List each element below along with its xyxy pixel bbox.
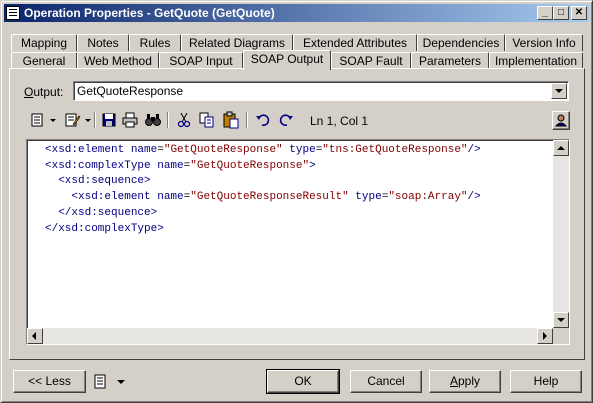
code-tag: </xsd:complexType: [45, 222, 158, 235]
edit-menu-icon[interactable]: [64, 111, 82, 129]
code-editor[interactable]: <xsd:element name="GetQuoteResponse" typ…: [26, 139, 570, 345]
code-attribute-value: "tns:GetQuoteResponse": [322, 144, 468, 156]
code-line: <xsd:complexType name="GetQuoteResponse"…: [45, 159, 481, 175]
code-tag-close: />: [467, 144, 481, 156]
save-icon[interactable]: [100, 111, 118, 129]
code-tag-close: >: [144, 175, 151, 188]
code-line: <xsd:sequence>: [45, 174, 481, 190]
code-line: </xsd:sequence>: [45, 206, 481, 222]
code-tag: <xsd:sequence: [58, 175, 145, 188]
code-attribute-value: "GetQuoteResponse": [163, 144, 283, 156]
code-tag: <xsd:element: [71, 191, 151, 204]
tab-version-info[interactable]: Version Info: [505, 34, 583, 51]
dialog-window: Operation Properties - GetQuote (GetQuot…: [0, 0, 593, 403]
tab-parameters[interactable]: Parameters: [411, 52, 489, 69]
chevron-down-icon: [555, 89, 563, 93]
scroll-down-button[interactable]: [553, 312, 569, 328]
code-tag-close: >: [150, 206, 158, 219]
tab-implementation[interactable]: Implementation: [489, 52, 583, 69]
help-button[interactable]: Help: [510, 370, 582, 393]
code-tag: </xsd:sequence: [58, 206, 151, 219]
scroll-up-button[interactable]: [553, 140, 569, 156]
apply-button[interactable]: Apply: [429, 370, 501, 393]
code-attribute-name: name: [157, 191, 184, 204]
output-value: GetQuoteResponse: [77, 84, 184, 98]
code-line: <xsd:element name="GetQuoteResponseResul…: [45, 190, 481, 206]
window-title: Operation Properties - GetQuote (GetQuot…: [24, 6, 275, 20]
code-tag-close: >: [309, 159, 316, 172]
code-tag: <xsd:element: [45, 144, 125, 156]
find-icon[interactable]: [144, 111, 162, 129]
cancel-button[interactable]: Cancel: [350, 370, 422, 393]
tab-notes[interactable]: Notes: [77, 34, 129, 51]
toolbar-separator: [246, 112, 248, 128]
code-attribute-name: name: [157, 159, 184, 172]
edit-dropdown-icon[interactable]: [85, 119, 91, 122]
vertical-scrollbar[interactable]: [553, 140, 569, 328]
ok-button[interactable]: OK: [266, 369, 340, 394]
tab-soap-fault[interactable]: SOAP Fault: [331, 52, 411, 69]
tab-general[interactable]: General: [11, 52, 77, 69]
output-label: Output:: [24, 85, 64, 99]
code-attribute-value: "soap:Array": [388, 191, 468, 204]
minimize-button[interactable]: _: [537, 6, 553, 20]
code-line: <xsd:element name="GetQuoteResponse" typ…: [45, 143, 481, 159]
tab-soap-output[interactable]: SOAP Output: [243, 50, 331, 70]
cursor-position: Ln 1, Col 1: [310, 114, 369, 128]
horizontal-scrollbar[interactable]: [27, 328, 553, 344]
window-menu-icon[interactable]: [6, 6, 20, 20]
tab-rules[interactable]: Rules: [129, 34, 181, 51]
scroll-left-button[interactable]: [27, 328, 43, 344]
scroll-right-button[interactable]: [537, 328, 553, 344]
code-attribute-name: type: [355, 191, 382, 204]
code-attribute-value: "GetQuoteResponseResult": [190, 191, 349, 204]
output-combobox[interactable]: GetQuoteResponse: [73, 81, 569, 101]
code-tag: <xsd:complexType: [45, 159, 151, 172]
user-icon[interactable]: [552, 111, 570, 130]
cut-icon[interactable]: [175, 111, 193, 129]
code-tag-close: />: [467, 191, 481, 204]
tab-related-diagrams[interactable]: Related Diagrams: [181, 34, 293, 51]
tab-dependencies[interactable]: Dependencies: [417, 34, 505, 51]
tab-extended-attributes[interactable]: Extended Attributes: [293, 34, 417, 51]
undo-icon[interactable]: [254, 111, 272, 129]
code-tag-close: >: [157, 222, 164, 235]
paste-icon[interactable]: [222, 111, 240, 129]
title-bar[interactable]: Operation Properties - GetQuote (GetQuot…: [4, 4, 589, 22]
less-button[interactable]: << Less: [13, 370, 86, 393]
tab-soap-input[interactable]: SOAP Input: [159, 52, 243, 69]
arrow-down-icon: [557, 318, 565, 322]
code-attribute-value: "GetQuoteResponse": [190, 159, 310, 172]
properties-dropdown-icon[interactable]: [50, 119, 56, 122]
code-attribute-name: type: [289, 144, 316, 156]
tab-mapping[interactable]: Mapping: [11, 34, 77, 51]
list-dropdown-icon[interactable]: [117, 380, 125, 384]
arrow-up-icon: [557, 146, 565, 150]
close-button[interactable]: ✕: [571, 6, 587, 20]
properties-menu-icon[interactable]: [29, 111, 47, 129]
tab-web-method[interactable]: Web Method: [77, 52, 159, 69]
arrow-left-icon: [32, 332, 36, 340]
code-line: </xsd:complexType>: [45, 222, 481, 238]
code-content[interactable]: <xsd:element name="GetQuoteResponse" typ…: [45, 143, 481, 237]
output-dropdown-button[interactable]: [551, 83, 567, 99]
maximize-button[interactable]: □: [553, 6, 569, 20]
print-icon[interactable]: [121, 111, 139, 129]
code-attribute-name: name: [130, 144, 158, 156]
redo-icon[interactable]: [277, 111, 295, 129]
copy-icon[interactable]: [198, 111, 216, 129]
code-equals: =: [157, 144, 164, 156]
list-menu-icon[interactable]: [92, 373, 110, 391]
scrollbar-corner: [553, 328, 569, 344]
toolbar-separator: [94, 112, 96, 128]
toolbar-separator: [167, 112, 169, 128]
arrow-right-icon: [543, 332, 547, 340]
